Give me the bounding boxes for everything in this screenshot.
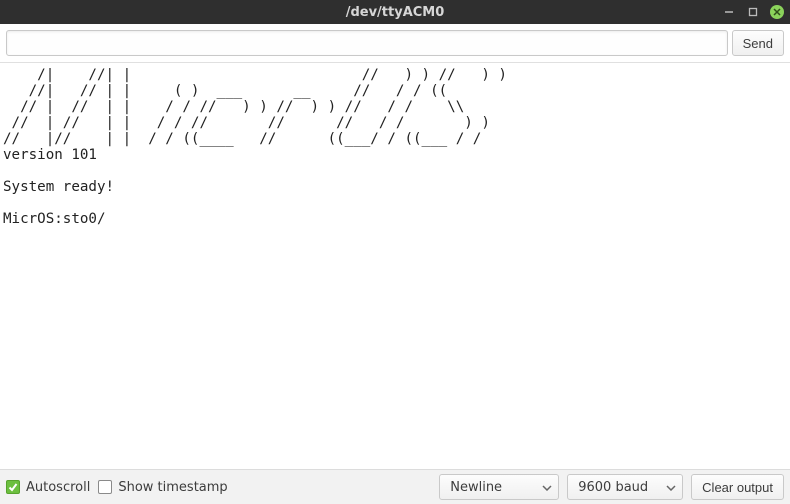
console-text: /| //| | // ) ) // ) ) //| // | | ( ) __… xyxy=(0,63,790,231)
console-output-area[interactable]: /| //| | // ) ) // ) ) //| // | | ( ) __… xyxy=(0,63,790,469)
send-row: Send xyxy=(0,24,790,63)
command-input[interactable] xyxy=(6,30,728,56)
window-title: /dev/ttyACM0 xyxy=(346,5,445,20)
send-button[interactable]: Send xyxy=(732,30,784,56)
show-timestamp-label: Show timestamp xyxy=(118,480,227,495)
close-icon xyxy=(773,8,781,16)
title-bar-controls xyxy=(722,0,784,24)
autoscroll-label: Autoscroll xyxy=(26,480,90,495)
title-bar: /dev/ttyACM0 xyxy=(0,0,790,24)
line-ending-select[interactable]: Newline xyxy=(439,474,559,500)
close-button[interactable] xyxy=(770,5,784,19)
checkbox-box xyxy=(98,480,112,494)
minimize-button[interactable] xyxy=(722,5,736,19)
chevron-down-icon xyxy=(542,480,552,495)
maximize-icon xyxy=(748,7,758,17)
check-icon xyxy=(8,482,18,492)
show-timestamp-checkbox[interactable]: Show timestamp xyxy=(98,480,227,495)
checkbox-box xyxy=(6,480,20,494)
chevron-down-icon xyxy=(666,480,676,495)
maximize-button[interactable] xyxy=(746,5,760,19)
bottom-bar: Autoscroll Show timestamp Newline 9600 b… xyxy=(0,469,790,504)
line-ending-value: Newline xyxy=(450,480,502,495)
autoscroll-checkbox[interactable]: Autoscroll xyxy=(6,480,90,495)
baud-value: 9600 baud xyxy=(578,480,648,495)
baud-select[interactable]: 9600 baud xyxy=(567,474,683,500)
clear-output-button[interactable]: Clear output xyxy=(691,474,784,500)
minimize-icon xyxy=(724,7,734,17)
